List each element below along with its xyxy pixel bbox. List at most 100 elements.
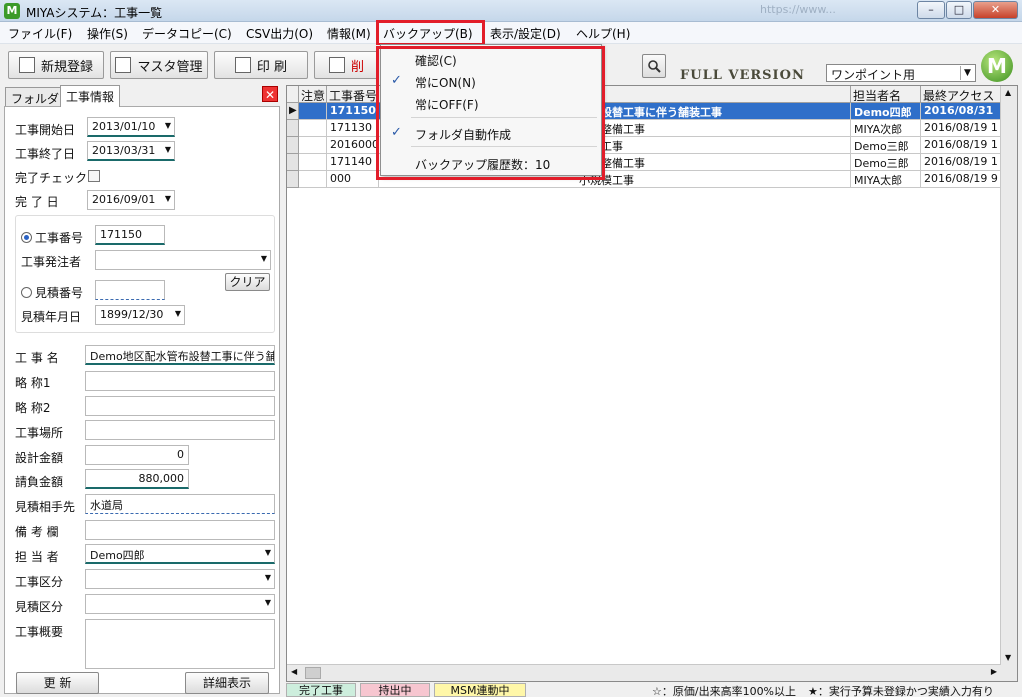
abbr2-label: 略 称2 — [15, 401, 51, 415]
row-selector[interactable] — [287, 120, 299, 137]
table-cell[interactable]: MIYA太郎 — [851, 171, 921, 188]
table-cell[interactable]: 20160001 — [327, 137, 379, 154]
work-type-select[interactable]: ▼ — [85, 569, 275, 589]
table-cell[interactable] — [299, 137, 327, 154]
summary-textarea[interactable] — [85, 619, 275, 669]
table-cell[interactable]: Demo四郎 — [851, 103, 921, 120]
estimate-date-field[interactable]: 1899/12/30 ▼ — [95, 305, 185, 325]
abbr2-field[interactable] — [85, 396, 275, 416]
close-icon[interactable]: ✕ — [262, 86, 278, 102]
chevron-down-icon: ▼ — [264, 573, 271, 582]
new-record-button[interactable]: 新規登録 — [8, 51, 104, 79]
chevron-down-icon: ▼ — [264, 598, 271, 607]
menu-data-copy[interactable]: データコピー(C) — [142, 25, 232, 42]
table-cell[interactable]: MIYA次郎 — [851, 120, 921, 137]
work-no-field[interactable]: 171150 — [95, 225, 165, 245]
row-selector[interactable] — [287, 171, 299, 188]
complete-date-value: 2016/09/01 — [92, 193, 156, 206]
estimate-no-field[interactable] — [95, 280, 165, 300]
table-cell[interactable]: 2016/08/31 — [921, 103, 1001, 120]
work-no-radio[interactable]: 工事番号 — [21, 229, 83, 246]
table-cell[interactable] — [299, 120, 327, 137]
table-cell[interactable] — [299, 103, 327, 120]
menu-info[interactable]: 情報(M) — [327, 25, 371, 42]
table-cell[interactable] — [299, 154, 327, 171]
printer-icon — [234, 57, 251, 73]
menu-help[interactable]: ヘルプ(H) — [576, 25, 630, 42]
abbr1-field[interactable] — [85, 371, 275, 391]
end-date-value: 2013/03/31 — [92, 144, 156, 157]
design-amount-field[interactable]: 0 — [85, 445, 189, 465]
menu-view-settings[interactable]: 表示/設定(D) — [490, 25, 561, 42]
end-date-field[interactable]: 2013/03/31 ▼ — [87, 141, 175, 161]
row-selector[interactable] — [287, 137, 299, 154]
column-person[interactable]: 担当者名 — [851, 86, 921, 103]
work-name-field[interactable]: Demo地区配水管布設替工事に伴う舗 — [85, 345, 275, 365]
scroll-down-icon[interactable]: ▼ — [1005, 653, 1011, 662]
menu-csv-output[interactable]: CSV出力(O) — [246, 25, 313, 42]
complete-date-field[interactable]: 2016/09/01 ▼ — [87, 190, 175, 210]
table-cell[interactable]: Demo三郎 — [851, 154, 921, 171]
estimate-no-radio[interactable]: 見積番号 — [21, 284, 83, 301]
print-button[interactable]: 印 刷 — [214, 51, 308, 79]
client-select[interactable]: ▼ — [95, 250, 271, 270]
menu-operation[interactable]: 操作(S) — [87, 25, 128, 42]
table-cell[interactable]: 2016/08/19 1 — [921, 120, 1001, 137]
table-cell[interactable] — [299, 171, 327, 188]
tab-folder[interactable]: フォルダ — [5, 87, 66, 107]
table-cell[interactable]: 171130 — [327, 120, 379, 137]
scroll-left-icon[interactable]: ◀ — [291, 667, 297, 676]
menu-file[interactable]: ファイル(F) — [8, 25, 72, 42]
table-cell[interactable]: Demo三郎 — [851, 137, 921, 154]
scroll-up-icon[interactable]: ▲ — [1005, 88, 1011, 97]
clear-button[interactable]: クリア — [225, 273, 270, 291]
person-select[interactable]: Demo四郎 ▼ — [85, 544, 275, 564]
table-cell[interactable]: 171140 — [327, 154, 379, 171]
remarks-field[interactable] — [85, 520, 275, 540]
estimate-type-select[interactable]: ▼ — [85, 594, 275, 614]
place-label: 工事場所 — [15, 426, 64, 440]
detail-view-button[interactable]: 詳細表示 — [185, 672, 269, 694]
table-cell[interactable]: 171150 — [327, 103, 379, 120]
chevron-down-icon: ▼ — [164, 145, 171, 154]
contract-amount-field[interactable]: 880,000 — [85, 469, 189, 489]
delete-button[interactable]: 削 — [314, 51, 378, 79]
table-cell[interactable]: 000 — [327, 171, 379, 188]
minimize-button[interactable]: – — [917, 1, 945, 19]
master-manage-button[interactable]: マスタ管理 — [110, 51, 208, 79]
dropdown-highlight-box — [376, 46, 605, 180]
tab-work-info[interactable]: 工事情報 — [60, 85, 121, 107]
complete-check-label: 完了チェック — [15, 171, 88, 185]
complete-checkbox[interactable] — [88, 170, 100, 182]
person-label: 担 当 者 — [15, 550, 59, 564]
column-last-access[interactable]: 最終アクセス — [921, 86, 1001, 103]
chevron-down-icon: ▼ — [164, 194, 171, 203]
table-cell[interactable]: 2016/08/19 9 — [921, 171, 1001, 188]
row-selector-current[interactable]: ▶ — [287, 103, 299, 120]
column-note[interactable]: 注意 — [299, 86, 327, 103]
estimate-partner-field[interactable]: 水道局 — [85, 494, 275, 514]
design-amount-value: 0 — [177, 448, 184, 461]
chevron-down-icon: ▼ — [260, 254, 267, 263]
work-no-label: 工事番号 — [35, 231, 84, 245]
estimate-date-value: 1899/12/30 — [100, 308, 164, 321]
table-cell[interactable]: 2016/08/19 1 — [921, 137, 1001, 154]
table-cell[interactable]: 2016/08/19 1 — [921, 154, 1001, 171]
row-selector[interactable] — [287, 154, 299, 171]
summary-label: 工事概要 — [15, 625, 64, 639]
onepoint-select[interactable]: ワンポイント用 ▼ — [826, 64, 976, 82]
start-date-field[interactable]: 2013/01/10 ▼ — [87, 117, 175, 137]
vertical-scrollbar[interactable]: ▲ ▼ — [1000, 86, 1017, 681]
maximize-button[interactable]: □ — [946, 1, 972, 19]
update-button[interactable]: 更 新 — [16, 672, 99, 694]
close-button[interactable]: ✕ — [973, 1, 1018, 19]
title-bar: M MIYAシステム：工事一覧 https://www... – □ ✕ — [0, 0, 1022, 22]
search-button[interactable] — [642, 54, 666, 78]
column-work-no[interactable]: 工事番号 — [327, 86, 379, 103]
full-version-label: FULL VERSION — [680, 68, 805, 83]
horizontal-scrollbar[interactable]: ◀ ▶ — [287, 664, 1001, 681]
scroll-right-icon[interactable]: ▶ — [991, 667, 997, 676]
place-field[interactable] — [85, 420, 275, 440]
scroll-thumb[interactable] — [305, 667, 321, 679]
onepoint-value: ワンポイント用 — [831, 68, 916, 82]
